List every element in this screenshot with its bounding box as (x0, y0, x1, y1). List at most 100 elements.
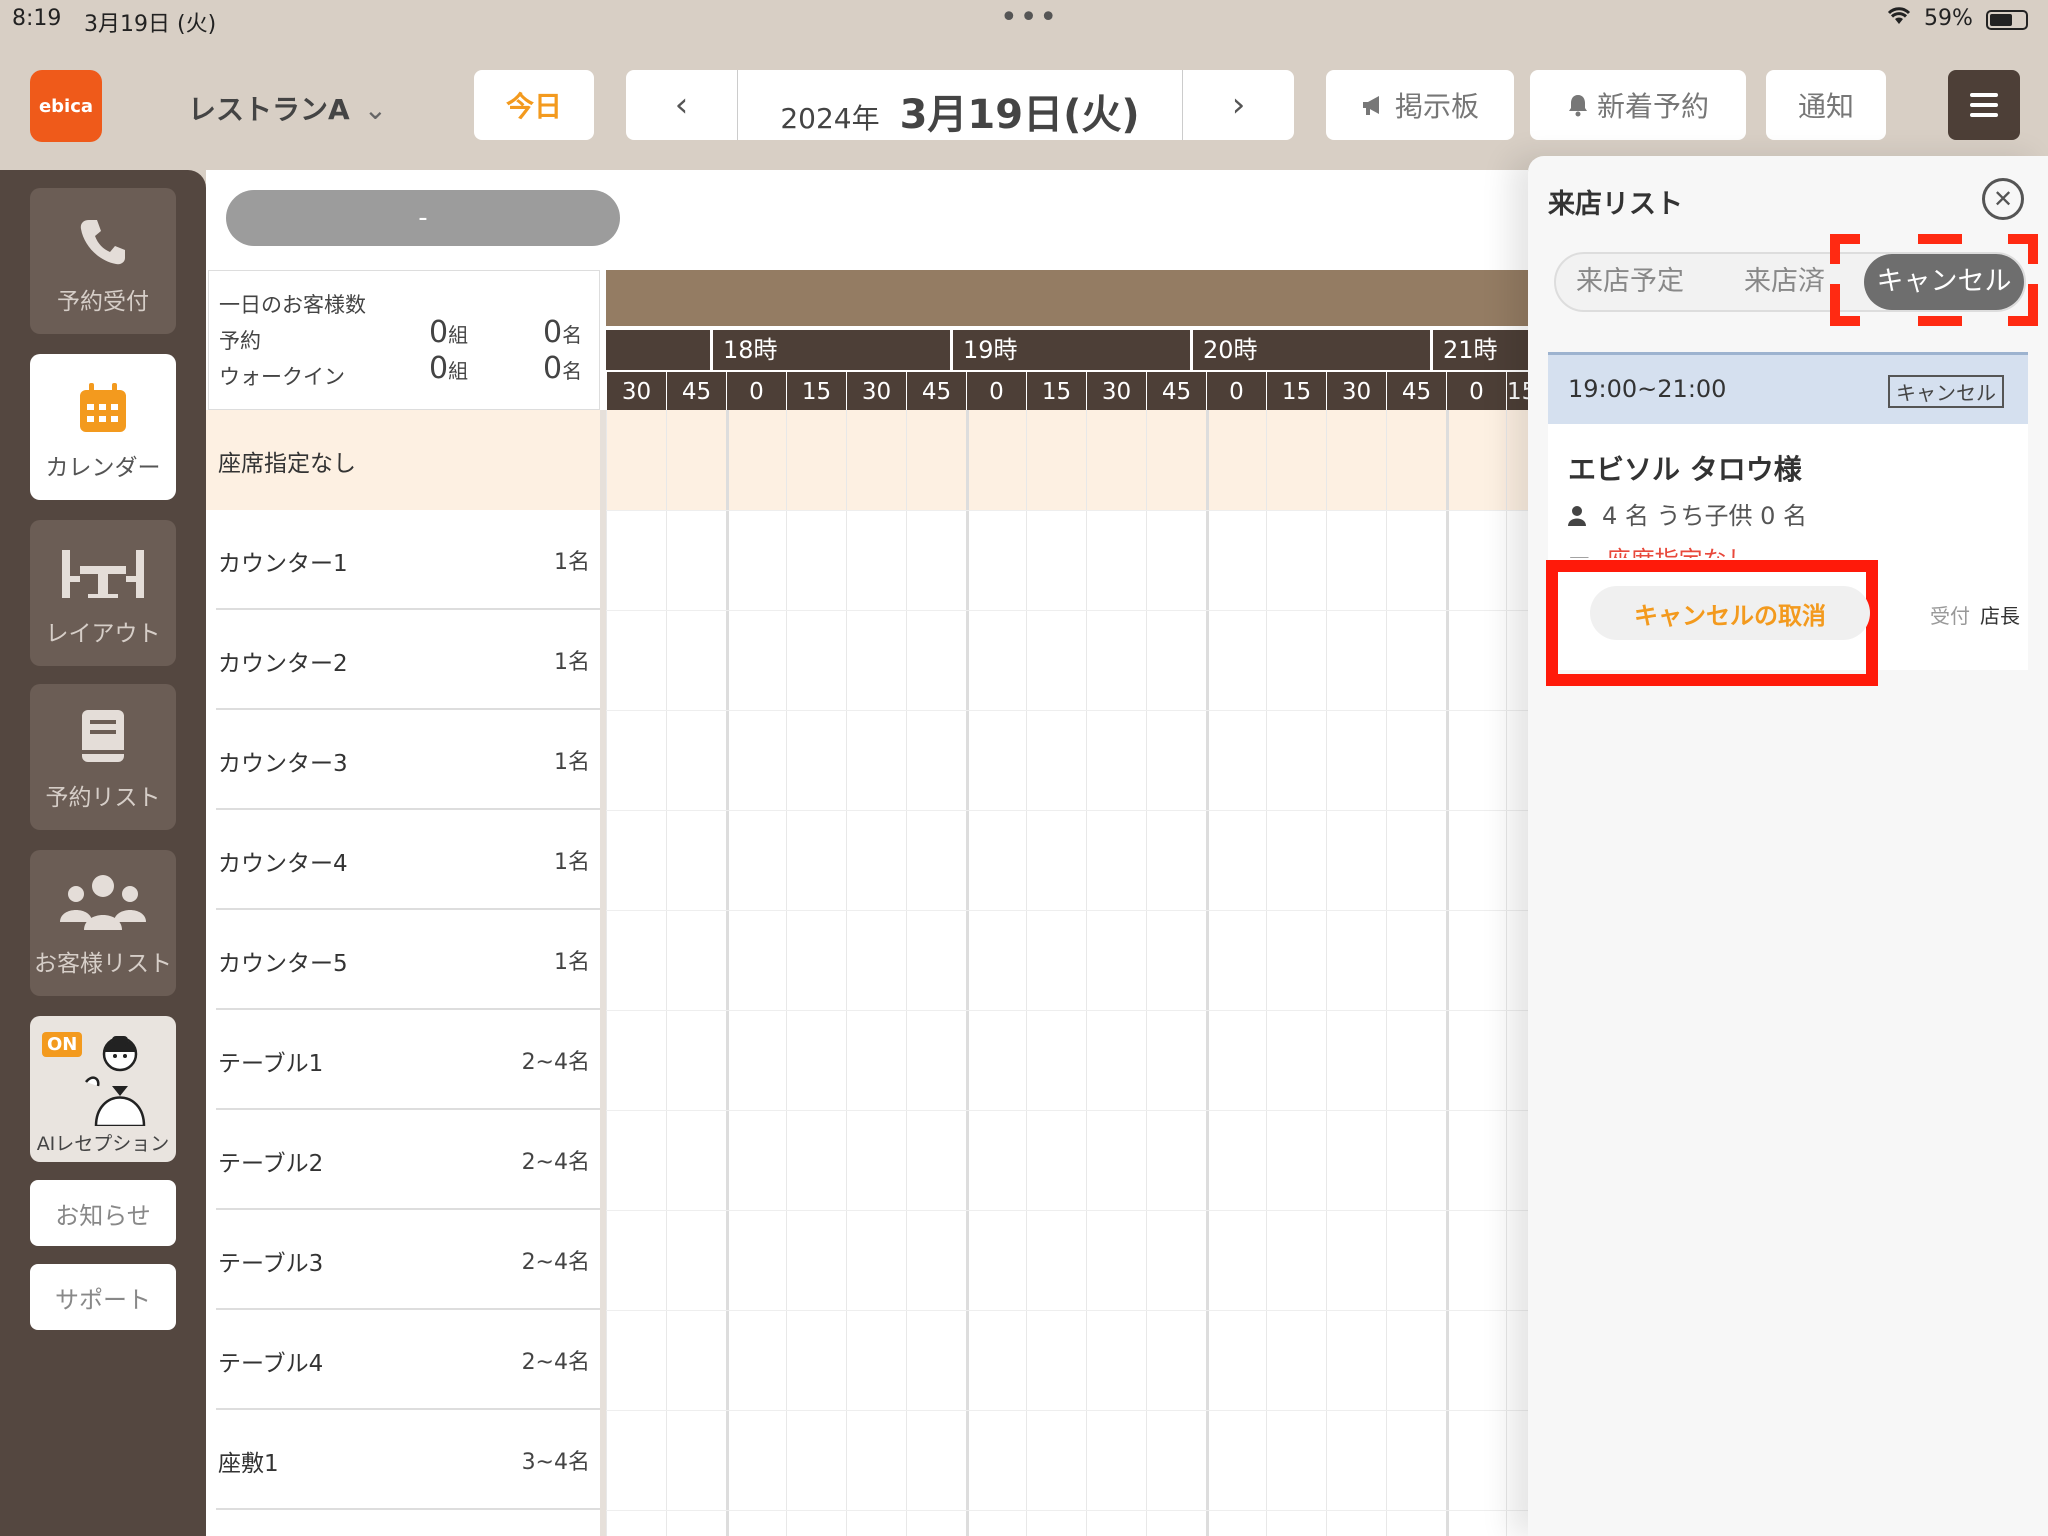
battery-icon (1986, 10, 2028, 30)
seat-name: テーブル4 (218, 1351, 324, 1377)
grid-hline (606, 1310, 1528, 1311)
grid-vline (606, 410, 607, 1536)
nav-reception[interactable]: 予約受付 (30, 188, 176, 334)
nav-layout[interactable]: レイアウト (30, 520, 176, 666)
nav-reservation-list-label: 予約リスト (45, 785, 161, 811)
chevron-left-icon: ‹ (674, 85, 689, 125)
tab-visited[interactable]: 来店済 (1744, 254, 1825, 310)
walkin-groups-value: 0 (429, 351, 449, 386)
seat-capacity: 2~4名 (521, 1350, 590, 1375)
seat-name: カウンター1 (218, 551, 348, 577)
sidebar: 予約受付 カレンダー レイアウト 予約リスト お客様リスト ON AIレセプショ… (0, 170, 206, 1536)
status-bar: 8:19 3月19日 (火) ••• 59% (0, 0, 2048, 40)
grid-hline (606, 610, 1528, 611)
quarter-cell: 0 (1446, 372, 1506, 412)
new-reservation-button[interactable]: 新着予約 (1530, 70, 1746, 140)
guest-name: エビソル タロウ様 (1568, 453, 1802, 486)
grid-hline (606, 1510, 1528, 1511)
nav-customer-list[interactable]: お客様リスト (30, 850, 176, 996)
board-label: 掲示板 (1394, 90, 1479, 123)
megaphone-icon (1362, 96, 1379, 115)
date-month-day: 3月19日(火) (899, 92, 1140, 138)
seat-name: カウンター3 (218, 751, 348, 777)
grid-vline (1086, 410, 1087, 1536)
person-icon (1568, 506, 1586, 526)
reservation-time: 19:00~21:00 (1568, 375, 1727, 403)
row-divider (216, 1508, 606, 1510)
nav-ai-reception[interactable]: ON AIレセプション (30, 1016, 176, 1162)
current-date[interactable]: 2024年 3月19日(火) (738, 70, 1182, 140)
status-time: 8:19 (12, 6, 62, 31)
seat-capacity: 1名 (554, 950, 590, 975)
summary-reserve-label: 予約 (219, 329, 261, 353)
menu-icon-bar (1970, 103, 1998, 107)
hour-21: 21時 (1430, 330, 1528, 370)
wifi-icon (1886, 6, 1912, 32)
summary-walkin-label: ウォークイン (219, 365, 345, 389)
reserve-groups: 0組 (429, 315, 468, 350)
received-by: 受付 店長 (1930, 600, 2020, 629)
seat-name: 座席指定なし (218, 451, 356, 477)
visit-status-tabs: 来店予定 来店済 キャンセル (1554, 252, 2026, 312)
nav-reception-label: 予約受付 (57, 289, 149, 315)
grid-vline (846, 410, 847, 1536)
tab-scheduled[interactable]: 来店予定 (1576, 254, 1684, 310)
support-button[interactable]: サポート (30, 1264, 176, 1330)
grid-vline (1386, 410, 1387, 1536)
app-header: ebica レストランA ⌄ 今日 ‹ 2024年 3月19日(火) › 掲示板 … (0, 40, 2048, 170)
multitask-dots[interactable]: ••• (1000, 0, 1059, 35)
quarter-cell: 30 (606, 372, 666, 412)
grid-hline (606, 810, 1528, 811)
seat-capacity: 3~4名 (521, 1450, 590, 1475)
hour-partial (606, 330, 710, 370)
grid-vline (786, 410, 787, 1536)
board-button[interactable]: 掲示板 (1326, 70, 1514, 140)
news-button[interactable]: お知らせ (30, 1180, 176, 1246)
highlight-dash (1830, 316, 1860, 326)
nav-reservation-list[interactable]: 予約リスト (30, 684, 176, 830)
ebica-logo[interactable]: ebica (30, 70, 102, 142)
timeline-banner (606, 270, 1528, 326)
table-chairs-icon (62, 550, 144, 598)
cancel-status-tag: キャンセル (1888, 375, 2004, 408)
seat-name: カウンター2 (218, 651, 348, 677)
calendar-icon (80, 383, 126, 432)
next-day-button[interactable]: › (1182, 70, 1294, 140)
summary-title: 一日のお客様数 (219, 293, 366, 317)
quarter-cell: 30 (846, 372, 906, 412)
close-panel-button[interactable]: ✕ (1982, 178, 2024, 220)
hamburger-menu-button[interactable] (1948, 70, 2020, 140)
reservation-card[interactable]: 19:00~21:00 キャンセル エビソル タロウ様 4 名 うち子供 0 名… (1546, 352, 2028, 686)
ai-receptionist-illustration (85, 1036, 146, 1126)
walkin-groups: 0組 (429, 351, 468, 386)
restaurant-selector[interactable]: レストランA ⌄ (188, 88, 387, 128)
nav-calendar[interactable]: カレンダー (30, 354, 176, 500)
nav-calendar-label: カレンダー (45, 455, 161, 481)
quarter-cell: 45 (1146, 372, 1206, 412)
quarter-cell: 15 (786, 372, 846, 412)
filter-pill[interactable]: - (226, 190, 620, 246)
menu-icon-bar (1970, 113, 1998, 117)
reservation-card-header: 19:00~21:00 キャンセル (1548, 352, 2028, 424)
timeline-main: - 一日のお客様数 予約 ウォークイン 0組 0名 0組 0名 18時 19時 … (206, 170, 1536, 1536)
reserve-people: 0名 (543, 315, 582, 350)
notify-button[interactable]: 通知 (1766, 70, 1886, 140)
grid-hline (606, 1110, 1528, 1111)
highlight-dash (1918, 234, 1962, 244)
grid-vline (906, 410, 907, 1536)
walkin-people: 0名 (543, 351, 582, 386)
date-year: 2024年 (780, 102, 880, 135)
timeline-grid[interactable] (606, 410, 1528, 1536)
grid-vline (1326, 410, 1327, 1536)
hour-18: 18時 (710, 330, 950, 370)
today-button[interactable]: 今日 (474, 70, 594, 140)
hour-19: 19時 (950, 330, 1190, 370)
undo-cancel-button[interactable]: キャンセルの取消 (1590, 586, 1870, 640)
highlight-dash (2028, 234, 2038, 264)
bell-icon (1568, 95, 1587, 117)
quarter-cell: 45 (906, 372, 966, 412)
prev-day-button[interactable]: ‹ (626, 70, 738, 140)
grid-hline (606, 1210, 1528, 1211)
received-label: 受付 (1930, 604, 1970, 628)
tab-cancelled[interactable]: キャンセル (1864, 254, 2024, 310)
